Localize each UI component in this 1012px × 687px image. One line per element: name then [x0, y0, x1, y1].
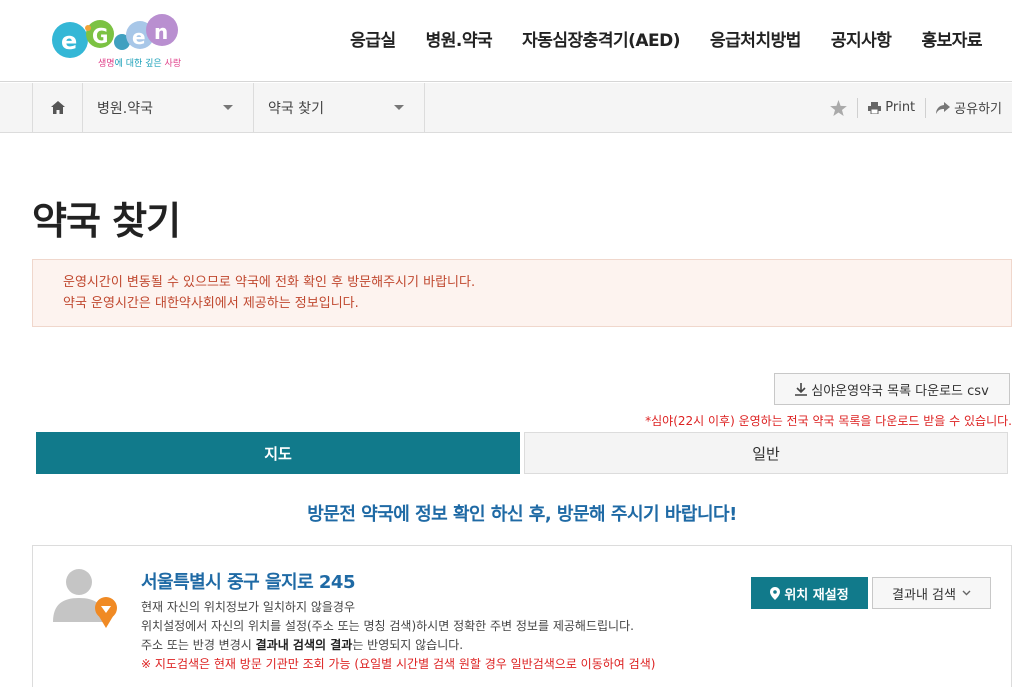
- download-note: *심야(22시 이후) 운영하는 전국 약국 목록을 다운로드 받을 수 있습니…: [645, 414, 1012, 428]
- tab-map[interactable]: 지도: [36, 432, 520, 474]
- page-title: 약국 찾기: [32, 199, 181, 243]
- current-location-panel: 서울특별시 중구 을지로 245 현재 자신의 위치정보가 일치하지 않을경우 …: [32, 545, 1012, 687]
- chevron-down-icon: [223, 105, 233, 110]
- download-icon: [795, 382, 808, 396]
- breadcrumb-dropdown-page[interactable]: 약국 찾기: [254, 83, 425, 132]
- user-location-icon: [53, 569, 117, 628]
- breadcrumb-category-label: 병원.약국: [97, 100, 153, 117]
- nav-item-emergency-room[interactable]: 응급실: [350, 26, 396, 51]
- map-search-warning: ※ 지도검색은 현재 방문 기관만 조회 가능 (요일별 시간별 검색 원할 경…: [141, 657, 656, 671]
- svg-text:G: G: [92, 24, 108, 48]
- print-button[interactable]: Print: [868, 100, 915, 115]
- nav-item-promotion[interactable]: 홍보자료: [921, 26, 982, 51]
- chevron-down-icon: [962, 590, 971, 596]
- svg-text:e: e: [61, 27, 77, 55]
- search-within-results-label: 결과내 검색: [892, 587, 956, 603]
- notice-box: 운영시간이 변동될 수 있으므로 약국에 전화 확인 후 방문해주시기 바랍니다…: [32, 259, 1012, 327]
- reset-location-button[interactable]: 위치 재설정: [751, 577, 868, 609]
- star-icon: [830, 99, 848, 116]
- tab-general[interactable]: 일반: [524, 432, 1008, 474]
- nav-item-aed[interactable]: 자동심장충격기(AED): [522, 26, 680, 51]
- guide-message: 방문전 약국에 정보 확인 하신 후, 방문해 주시기 바랍니다!: [307, 504, 737, 525]
- description-line: 현재 자신의 위치정보가 일치하지 않을경우: [141, 600, 355, 614]
- description-line: 주소 또는 반경 변경시 결과내 검색의 결과는 반영되지 않습니다.: [141, 638, 464, 652]
- search-within-results-button[interactable]: 결과내 검색: [872, 577, 991, 609]
- download-csv-button[interactable]: 심야운영약국 목록 다운로드 csv: [774, 373, 1010, 405]
- nav-item-notice[interactable]: 공지사항: [831, 26, 892, 51]
- favorite-button[interactable]: [830, 99, 848, 116]
- avatar: [53, 566, 117, 630]
- chevron-down-icon: [394, 105, 404, 110]
- breadcrumb-dropdown-category[interactable]: 병원.약국: [83, 83, 254, 132]
- location-description: 현재 자신의 위치정보가 일치하지 않을경우 위치설정에서 자신의 위치를 설정…: [141, 598, 655, 674]
- location-bar: 병원.약국 약국 찾기 Print 공유하기: [0, 83, 1012, 133]
- home-icon: [50, 101, 65, 114]
- print-label: Print: [885, 100, 916, 115]
- nav-item-first-aid[interactable]: 응급처치방법: [710, 26, 801, 51]
- home-button[interactable]: [32, 83, 83, 132]
- breadcrumb-page-label: 약국 찾기: [268, 100, 324, 117]
- current-address: 서울특별시 중구 을지로 245: [141, 572, 355, 593]
- description-line: 위치설정에서 자신의 위치를 설정(주소 또는 명칭 검색)하시면 정확한 주변…: [141, 619, 634, 633]
- logo-tagline: 생명에 대한 깊은 사랑: [98, 59, 182, 69]
- tool-divider: [925, 97, 927, 118]
- page-tools: Print 공유하기: [830, 83, 1002, 132]
- notice-line: 약국 운영시간은 대한약사회에서 제공하는 정보입니다.: [63, 296, 359, 311]
- site-header: e G e n 생명에 대한 깊은 사랑 응급실 병원.약국 자동심장충격기(A…: [0, 0, 1012, 82]
- download-label: 심야운영약국 목록 다운로드 csv: [811, 383, 989, 399]
- printer-icon: [868, 101, 882, 114]
- share-icon: [936, 101, 951, 114]
- site-logo[interactable]: e G e n 생명에 대한 깊은 사랑: [48, 8, 188, 74]
- svg-text:n: n: [154, 20, 168, 44]
- share-label: 공유하기: [954, 102, 1002, 117]
- share-button[interactable]: 공유하기: [936, 98, 1002, 117]
- map-pin-icon: [770, 586, 781, 600]
- nav-item-hospital-pharmacy[interactable]: 병원.약국: [426, 26, 493, 51]
- main-navigation: 응급실 병원.약국 자동심장충격기(AED) 응급처치방법 공지사항 홍보자료: [350, 26, 982, 51]
- reset-location-label: 위치 재설정: [784, 587, 849, 603]
- svg-text:e: e: [132, 25, 146, 49]
- tool-divider: [857, 97, 859, 118]
- notice-line: 운영시간이 변동될 수 있으므로 약국에 전화 확인 후 방문해주시기 바랍니다…: [63, 275, 476, 290]
